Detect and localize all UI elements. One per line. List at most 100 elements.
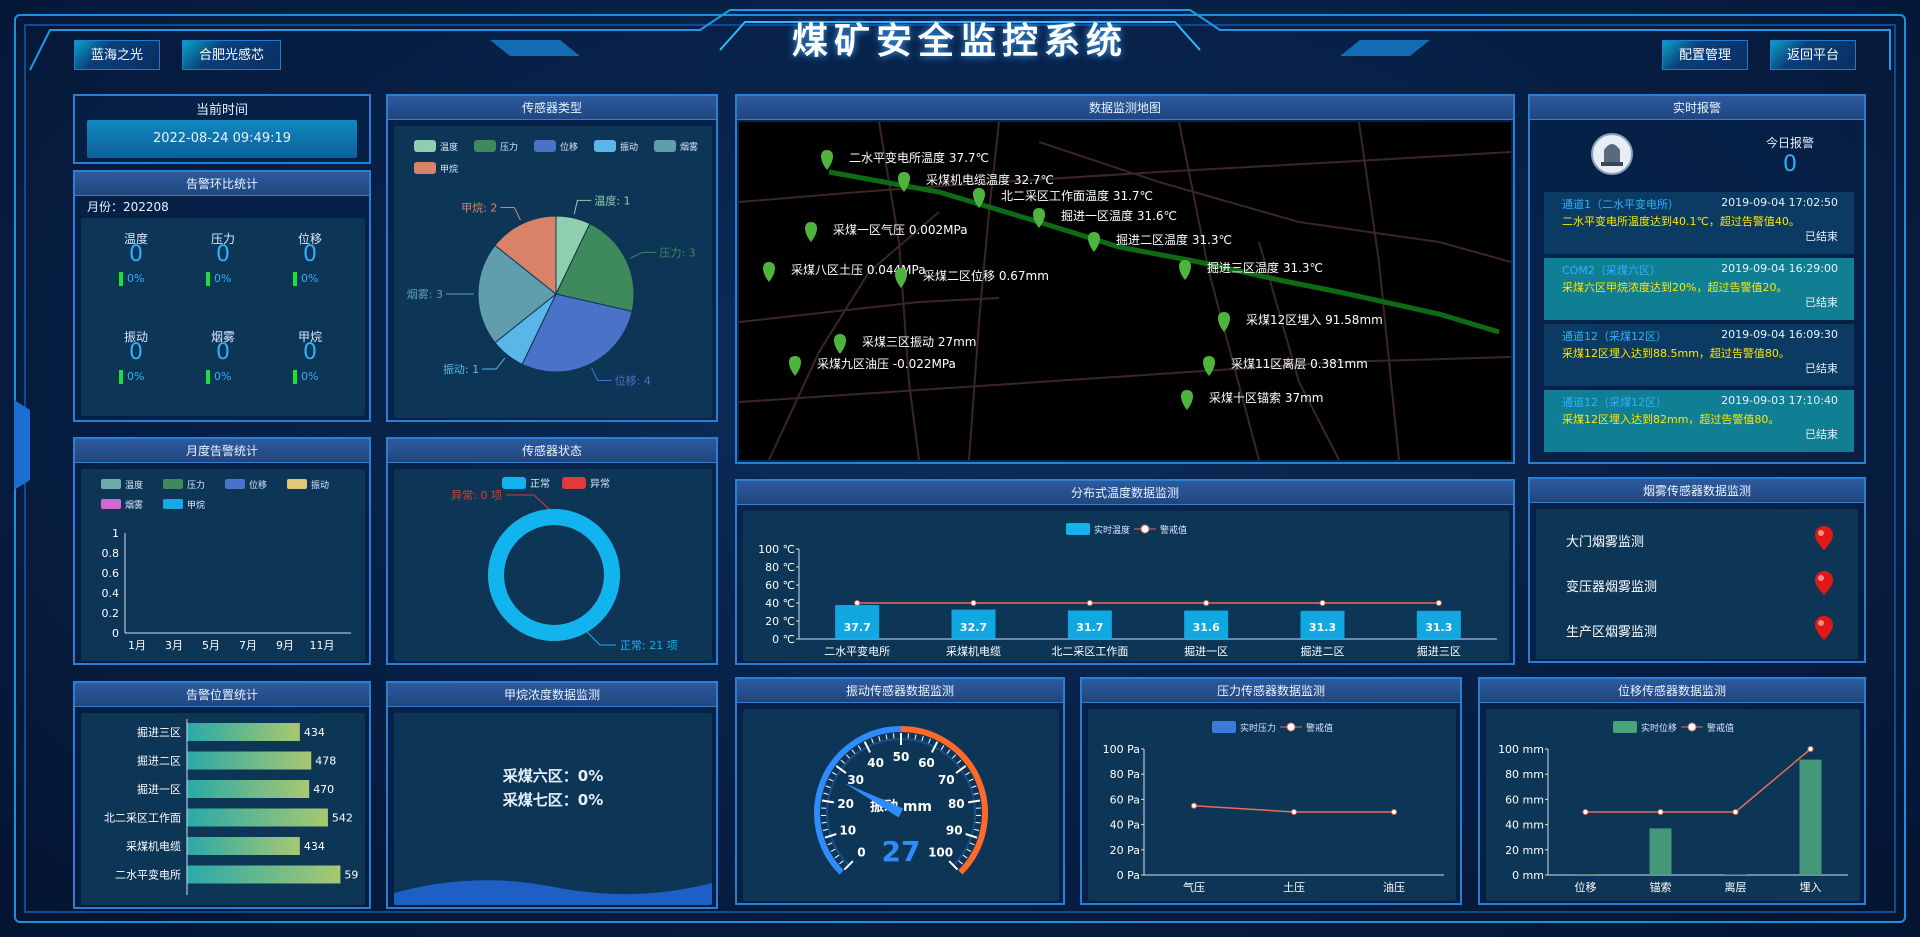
location-bar xyxy=(187,780,310,798)
map-panel: 数据监测地图 二水平变电所温度 37.7℃ 采煤机电缆温度 32.7℃ 北二采区工作… xyxy=(735,94,1515,464)
gauge-tick xyxy=(928,738,931,744)
alarm-source: 通道12（采煤12区） xyxy=(1562,330,1667,343)
sensor-type-title: 传感器类型 xyxy=(388,96,716,120)
threshold-point xyxy=(1657,809,1664,815)
threshold-point xyxy=(970,600,977,606)
alarm-item[interactable]: 通道12（采煤12区） 2019-09-03 17:10:40 采煤12区埋入达到… xyxy=(1544,390,1854,452)
y-tick-label: 0.4 xyxy=(102,587,120,600)
y-tick-label: 20 mm xyxy=(1505,844,1544,857)
methane-wave xyxy=(394,880,712,905)
smoke-panel: 烟雾传感器数据监测 大门烟雾监测 变压器烟雾监测 生产区烟雾监测 xyxy=(1528,477,1866,663)
map-marker-pin xyxy=(1088,232,1100,252)
legend-label: 烟雾 xyxy=(125,499,143,511)
current-time-panel: 当前时间 2022-08-24 09:49:19 xyxy=(73,94,371,164)
legend-label: 位移 xyxy=(249,479,267,491)
map-title: 数据监测地图 xyxy=(737,96,1513,120)
monthly-alarm-panel: 月度告警统计 温度 压力 位移 振动 烟雾 甲烷 1 0.8 0.6 0.4 0.2 0 1月 3月 5月 7… xyxy=(73,437,371,665)
map-marker-label: 采煤十区锚索 37mm xyxy=(1209,390,1323,405)
alarm-time: 2019-09-03 17:10:40 xyxy=(1721,394,1838,407)
x-tick-label: 3月 xyxy=(165,639,183,652)
alarm-item[interactable]: 通道12（采煤12区） 2019-09-04 16:09:30 采煤12区埋入达到… xyxy=(1544,324,1854,386)
y-tick-label: 0 xyxy=(112,627,119,640)
vibration-panel: 振动传感器数据监测 0 10 20 30 40 50 60 70 80 90 100 振动 mm 27 xyxy=(735,677,1065,905)
alarm-location-title: 告警位置统计 xyxy=(75,683,369,707)
x-tick-label: 采煤机电缆 xyxy=(946,644,1001,658)
bar-category-label: 掘进一区 xyxy=(137,782,181,796)
pressure-title: 压力传感器数据监测 xyxy=(1082,679,1460,703)
gauge-tick-label: 40 xyxy=(867,756,884,770)
nav-button-hefei[interactable]: 合肥光感芯 xyxy=(182,40,282,70)
stat-value-pressure: 0 xyxy=(216,242,230,267)
alarm-item[interactable]: COM2（采煤六区） 2019-09-04 16:29:00 采煤六区甲烷浓度达到… xyxy=(1544,258,1854,320)
smoke-item-transformer: 变压器烟雾监测 xyxy=(1566,580,1658,595)
gauge-tick xyxy=(921,736,924,742)
location-bar xyxy=(187,837,300,855)
donut-normal-label: 正常: 21 项 xyxy=(620,639,678,652)
stat-value-methane: 0 xyxy=(303,340,317,365)
legend-label: 压力 xyxy=(187,479,205,491)
map-canvas[interactable]: 二水平变电所温度 37.7℃ 采煤机电缆温度 32.7℃ 北二采区工作面温度 31.… xyxy=(739,122,1511,460)
alarm-item[interactable]: 通道1（二水平变电所） 2019-09-04 17:02:50 二水平变电所温度达… xyxy=(1544,192,1854,254)
y-tick-label: 60 Pa xyxy=(1110,793,1140,806)
value-bar xyxy=(1574,874,1597,875)
gauge-tick xyxy=(878,736,881,742)
monthly-alarm-title: 月度告警统计 xyxy=(75,439,369,463)
bar-category-label: 采煤机电缆 xyxy=(126,839,181,853)
gauge-tick xyxy=(971,785,977,789)
legend-swatch xyxy=(1212,721,1236,733)
realtime-alarm-title: 实时报警 xyxy=(1530,96,1864,120)
gauge-tick-label: 10 xyxy=(839,823,856,837)
stat-bar-methane xyxy=(293,370,297,384)
pie-slice-label: 振动: 1 xyxy=(443,362,479,376)
map-marker-pin xyxy=(834,334,846,354)
legend-label: 烟雾 xyxy=(680,141,698,153)
map-road xyxy=(739,297,1000,323)
x-tick-label: 土压 xyxy=(1283,881,1305,894)
pie-leader-line xyxy=(482,357,506,370)
smoke-item-production: 生产区烟雾监测 xyxy=(1566,625,1658,640)
x-tick-label: 锚索 xyxy=(1650,880,1672,894)
y-tick-label: 0 Pa xyxy=(1117,869,1140,882)
gauge-tick-label: 20 xyxy=(837,797,854,811)
return-platform-button[interactable]: 返回平台 xyxy=(1770,40,1857,70)
methane-panel: 甲烷浓度数据监测 采煤六区：0% 采煤七区：0% xyxy=(386,681,718,909)
x-tick-label: 气压 xyxy=(1183,880,1205,894)
y-tick-label: 80 mm xyxy=(1505,768,1544,781)
legend-label: 实时压力 xyxy=(1240,722,1276,734)
gauge-tick xyxy=(835,765,847,774)
alarm-source: 通道1（二水平变电所） xyxy=(1562,198,1679,211)
x-tick-label: 5月 xyxy=(202,639,220,652)
stat-value-displacement: 0 xyxy=(303,242,317,267)
gauge-tick-label: 90 xyxy=(946,823,963,837)
legend-label: 警戒值 xyxy=(1707,722,1734,734)
alarm-ratio-grid: 温度 0 0% 压力 0 0% 位移 0 0% 振动 0 0% 烟雾 0 0% … xyxy=(81,218,365,416)
pie-slice-label: 压力: 3 xyxy=(659,246,695,259)
threshold-point xyxy=(1086,600,1093,606)
gauge-tick xyxy=(962,854,968,859)
y-tick-label: 20 Pa xyxy=(1110,844,1140,857)
smoke-list: 大门烟雾监测 变压器烟雾监测 生产区烟雾监测 xyxy=(1536,509,1858,659)
map-marker-pin xyxy=(895,268,907,288)
legend-swatch xyxy=(414,140,436,152)
gauge-tick xyxy=(825,785,831,789)
alarm-status: 已结束 xyxy=(1805,362,1838,375)
map-marker-pin xyxy=(763,262,775,282)
config-manage-button[interactable]: 配置管理 xyxy=(1662,40,1749,70)
stat-pct-pressure: 0% xyxy=(214,272,232,285)
nav-button-lanhai[interactable]: 蓝海之光 xyxy=(74,40,161,70)
today-alarm-value: 0 xyxy=(1783,152,1797,177)
sensor-status-donut: 正常 异常异常: 0 项正常: 21 项 xyxy=(451,477,678,652)
stat-bar-smoke xyxy=(206,370,210,384)
pie-leader-line xyxy=(591,367,612,381)
legend-swatch xyxy=(534,140,556,152)
threshold-point xyxy=(1732,809,1739,815)
x-tick-label: 11月 xyxy=(310,639,335,652)
map-marker-label: 采煤11区离层 0.381mm xyxy=(1231,356,1368,371)
gauge-tick-label: 0 xyxy=(857,846,865,860)
threshold-point xyxy=(1203,600,1210,606)
x-tick-label: 北二采区工作面 xyxy=(1051,645,1128,658)
gauge-tick xyxy=(975,821,981,824)
displacement-title: 位移传感器数据监测 xyxy=(1480,679,1864,703)
bar-category-label: 掘进二区 xyxy=(137,754,181,768)
pressure-chart-area: 实时压力 警戒值 100 Pa 80 Pa 60 Pa 40 Pa 20 Pa 0 Pa 气压 土… xyxy=(1088,709,1456,901)
